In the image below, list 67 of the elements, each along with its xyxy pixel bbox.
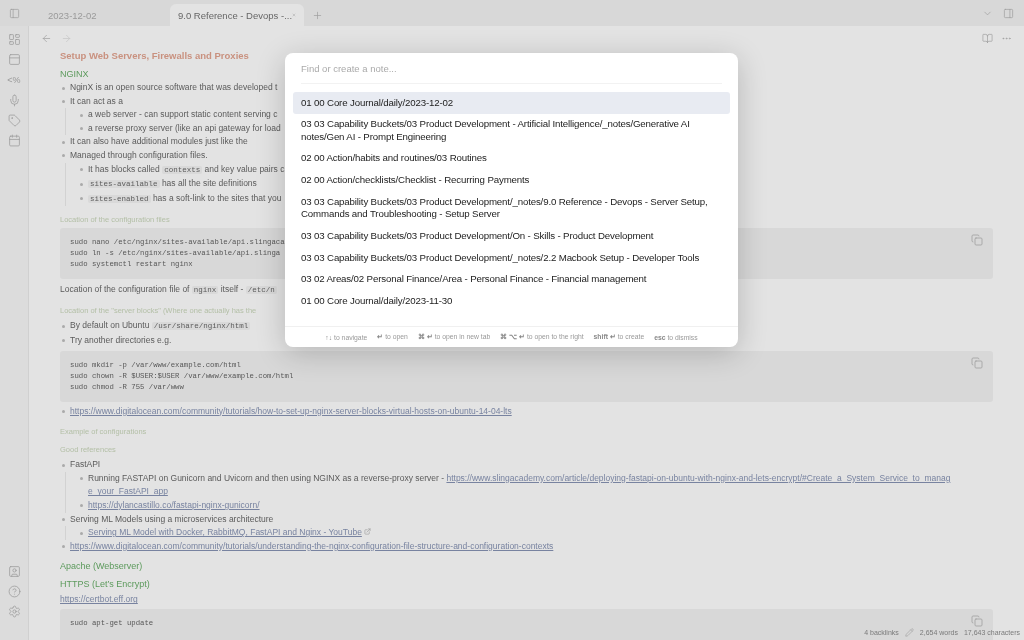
bullet-icon [62, 100, 65, 104]
bullet-icon [80, 127, 83, 131]
result-item[interactable]: 03 03 Capability Buckets/03 Product Development - Artificial Intelligence/_notes/Generative AI notes/Gen AI - Prompt Engineering [293, 113, 730, 148]
link[interactable]: e_your_FastAPI_app [88, 486, 168, 497]
link[interactable]: https://www.digitalocean.com/community/tutorials/how-to-set-up-nginx-server-blocks-virtual-hosts-on-ubuntu-14-04-lts [70, 405, 512, 416]
text: FastAPI [70, 459, 101, 470]
tag-icon[interactable] [7, 114, 21, 127]
help-icon[interactable] [7, 585, 21, 598]
text: Serving ML Models using a microservices architecture [70, 513, 274, 524]
new-tab-icon[interactable] [312, 9, 323, 21]
book-icon[interactable] [982, 32, 993, 44]
text: a reverse proxy server (like an api gateway for load [88, 122, 281, 133]
bullet-icon [62, 86, 65, 90]
copy-button[interactable] [971, 356, 983, 369]
result-item[interactable]: 02 00 Action/habits and routines/03 Routines [293, 147, 730, 170]
link[interactable]: https://dylancastillo.co/fastapi-nginx-gunicorn/ [88, 499, 260, 510]
text: It can also have additional modules just like the [70, 136, 248, 147]
microphone-icon[interactable] [7, 94, 21, 107]
result-item[interactable]: 01 00 Core Journal/daily/2023-12-02 [293, 92, 730, 114]
link[interactable]: https://www.digitalocean.com/community/tutorials/understanding-the-nginx-configuration-file-structure-and-configuration-contexts [70, 540, 554, 551]
calendar-icon[interactable] [7, 134, 21, 147]
bullet-icon [80, 504, 83, 508]
text: NginX is an open source software that was developed t [70, 82, 278, 92]
heading: Apache (Webserver) [60, 561, 143, 572]
link[interactable]: https://certbot.eff.org [60, 594, 138, 605]
result-item[interactable]: 03 02 Areas/02 Personal Finance/Area - Personal Finance - Financial management [293, 268, 730, 291]
result-item[interactable]: 02 00 Action/checklists/Checklist - Recurring Payments [293, 169, 730, 192]
text: It can act as a [70, 95, 123, 106]
settings-icon[interactable] [7, 605, 21, 618]
result-item[interactable]: 03 03 Capability Buckets/03 Product Development/_notes/9.0 Reference - Devops - Server Setup, Commands and Troubleshooting - Setup Server [293, 191, 730, 226]
bullet-icon [80, 477, 83, 481]
bullet-icon [62, 339, 65, 343]
bullet-icon [62, 410, 65, 414]
bullet-icon [62, 463, 65, 467]
bullet-icon [80, 531, 83, 535]
grid-icon[interactable] [7, 33, 21, 46]
heading: NGINX [60, 69, 89, 79]
bullet-icon [80, 113, 83, 117]
bullet-icon [80, 197, 83, 201]
vault-icon[interactable] [7, 565, 21, 578]
heading: HTTPS (Let’s Encrypt) [60, 579, 150, 590]
right-sidebar-icon[interactable] [1003, 7, 1014, 19]
bullet-icon [62, 324, 65, 328]
link[interactable]: https://www.slingacademy.com/article/deploying-fastapi-on-ubuntu-with-nginx-and-lets-encrypt/#Create_a_System_Service_to_manag [446, 472, 951, 483]
result-item[interactable]: 03 03 Capability Buckets/03 Product Development/On - Skills - Product Development [293, 225, 730, 248]
pencil-icon[interactable] [904, 628, 914, 637]
bullet-icon [80, 182, 83, 186]
bullet-icon [62, 518, 65, 521]
bullet-icon [62, 140, 65, 144]
section-title: Setup Web Servers, Firewalls and Proxies [60, 50, 250, 61]
result-item[interactable]: 01 00 Core Journal/daily/2023-11-30 [293, 290, 730, 313]
sidebar-toggle-icon[interactable] [8, 7, 20, 19]
result-item[interactable]: 03 03 Capability Buckets/03 Product Development/_notes/2.2 Macbook Setup - Developer Tools [293, 247, 730, 269]
bullet-icon [80, 168, 83, 172]
copy-button[interactable] [971, 615, 983, 628]
forward-icon[interactable] [61, 32, 72, 44]
bullet-icon [62, 545, 65, 549]
link[interactable]: Serving ML Model with Docker, RabbitMQ, FastAPI and Nginx - YouTube [88, 527, 362, 538]
text: a web server - can support static content serving c [88, 109, 278, 120]
text: Try another directories e.g. [70, 334, 172, 345]
search-field[interactable]: Find or create a note... [301, 53, 722, 84]
layout-icon[interactable] [7, 53, 21, 66]
bullet-icon [62, 154, 65, 158]
back-icon[interactable] [41, 32, 52, 44]
copy-button[interactable] [971, 234, 983, 247]
tab[interactable]: 9.0 Reference - Devops -... [170, 4, 304, 26]
text: Managed through configuration files. [70, 149, 208, 160]
